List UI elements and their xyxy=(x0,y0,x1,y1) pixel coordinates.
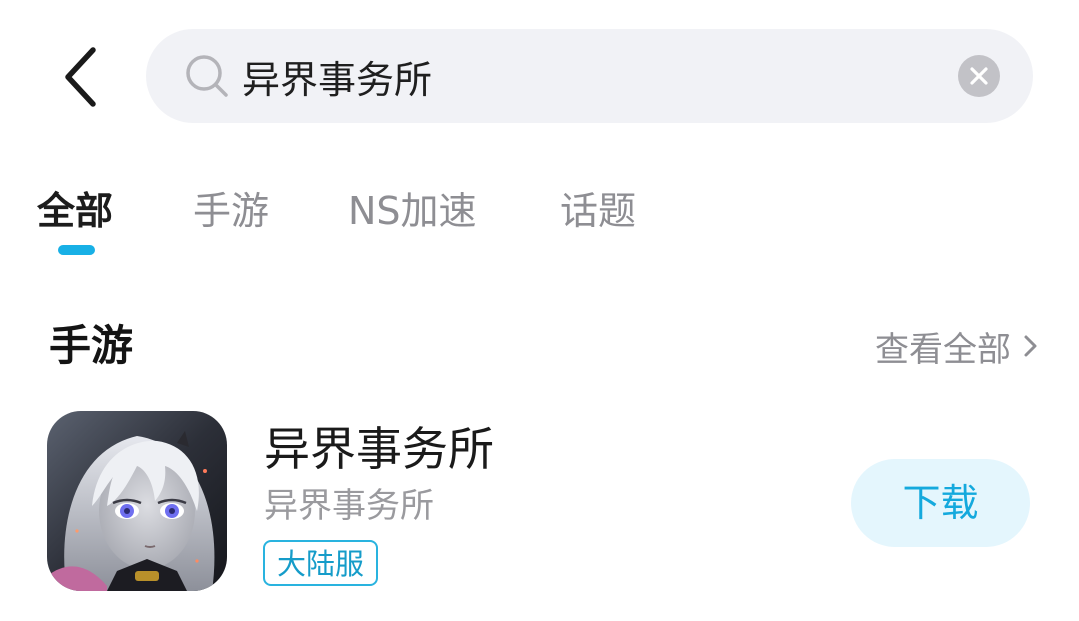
tab-ns-acceleration[interactable]: NS加速 xyxy=(348,180,477,242)
section-title: 手游 xyxy=(49,321,134,370)
game-subtitle: 异界事务所 xyxy=(264,486,434,526)
active-tab-indicator xyxy=(58,245,95,255)
game-title[interactable]: 异界事务所 xyxy=(264,420,494,478)
search-input[interactable] xyxy=(242,47,922,105)
category-tabs: 全部 手游 NS加速 话题 xyxy=(0,180,1079,260)
server-region-tag: 大陆服 xyxy=(263,540,379,586)
back-chevron-icon xyxy=(65,47,96,107)
back-button[interactable] xyxy=(50,40,110,114)
download-button[interactable]: 下载 xyxy=(851,459,1030,547)
game-app-icon[interactable] xyxy=(47,411,227,591)
tab-mobile-games[interactable]: 手游 xyxy=(193,180,269,242)
see-all-label: 查看全部 xyxy=(875,329,1011,370)
tab-all[interactable]: 全部 xyxy=(37,180,113,242)
chevron-right-icon xyxy=(1024,335,1037,357)
clear-icon[interactable] xyxy=(958,55,1000,97)
tab-topics[interactable]: 话题 xyxy=(560,180,636,242)
search-icon xyxy=(186,55,228,97)
see-all-link[interactable]: 查看全部 xyxy=(875,318,1039,374)
search-bar[interactable] xyxy=(146,29,1033,123)
